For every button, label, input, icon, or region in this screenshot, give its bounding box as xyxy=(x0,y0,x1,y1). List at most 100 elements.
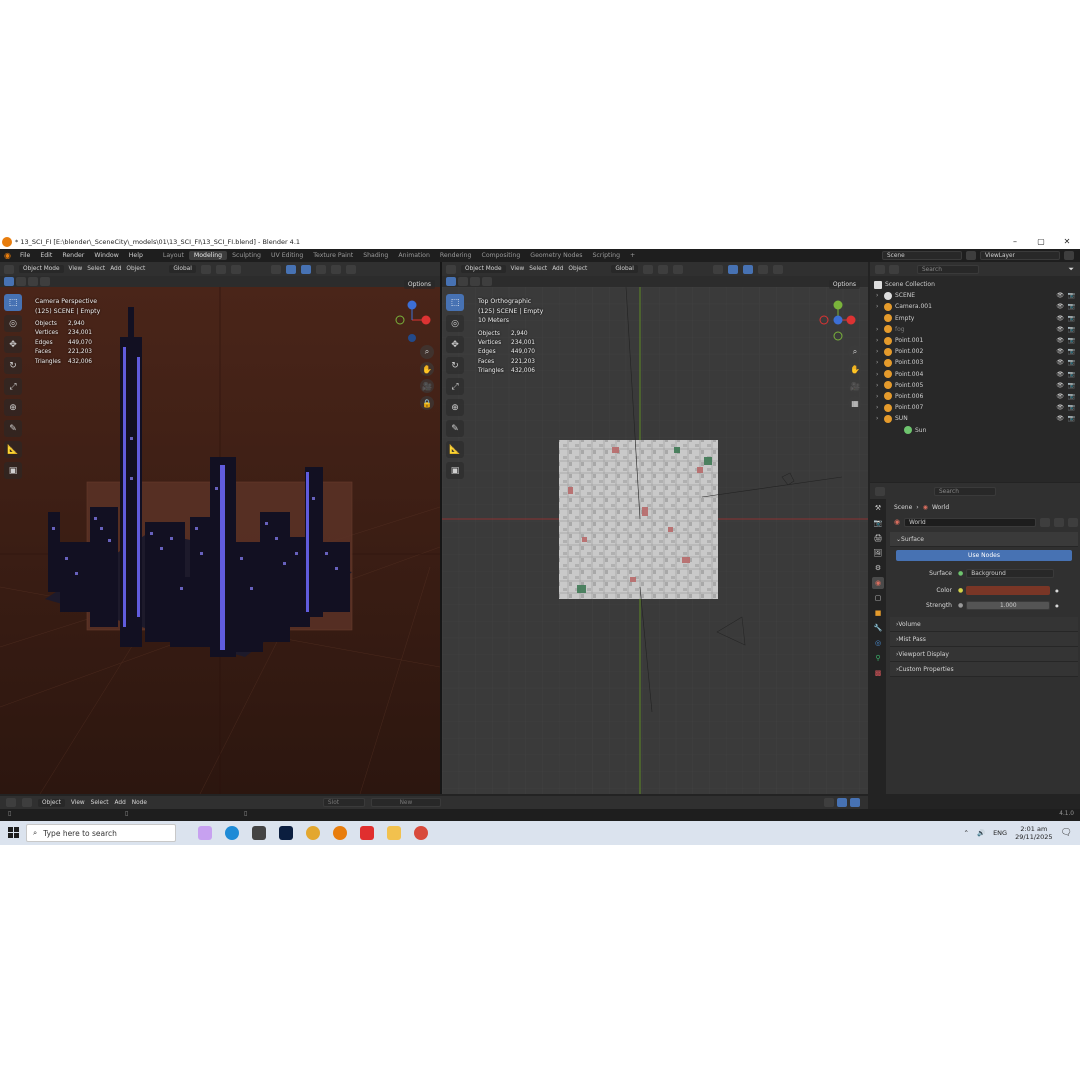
editor-type-icon[interactable] xyxy=(4,264,14,274)
eye-icon[interactable]: 👁 xyxy=(1056,348,1064,355)
menu-file[interactable]: File xyxy=(15,252,35,259)
clock[interactable]: 2:01 am 29/11/2025 xyxy=(1015,825,1052,841)
select-menu[interactable]: Select xyxy=(87,266,105,272)
add-menu[interactable]: Add xyxy=(115,800,126,806)
new-scene-icon[interactable] xyxy=(966,251,976,260)
select-extend-icon[interactable] xyxy=(16,277,26,286)
tab-geometry-nodes[interactable]: Geometry Nodes xyxy=(525,251,587,260)
tab-modeling[interactable]: Modeling xyxy=(188,251,228,260)
constraint-tab-icon[interactable]: ⚲ xyxy=(872,652,884,664)
add-cube-tool-icon[interactable]: ▣ xyxy=(446,462,464,479)
annotate-tool-icon[interactable]: ✎ xyxy=(4,420,22,437)
proportional-edit-icon[interactable] xyxy=(230,264,241,274)
lock-icon[interactable]: 🔒 xyxy=(420,396,434,410)
view-layer-tab-icon[interactable]: 🖼 xyxy=(872,547,884,559)
modifier-tab-icon[interactable]: 🔧 xyxy=(872,622,884,634)
eye-icon[interactable]: 👁 xyxy=(1056,382,1064,389)
view-menu[interactable]: View xyxy=(71,800,85,806)
rotate-tool-icon[interactable]: ↻ xyxy=(446,357,464,374)
add-cube-tool-icon[interactable]: ▣ xyxy=(4,462,22,479)
copilot-icon[interactable] xyxy=(198,826,212,840)
eye-icon[interactable]: 👁 xyxy=(1056,393,1064,400)
world-name-field[interactable]: World xyxy=(904,517,1037,527)
volume-panel-header[interactable]: › Volume xyxy=(890,617,1078,632)
render-visibility-icon[interactable]: 📷 xyxy=(1068,292,1075,299)
move-tool-icon[interactable]: ✥ xyxy=(4,336,22,353)
surface-panel-header[interactable]: ⌄ Surface xyxy=(890,532,1078,547)
tab-texture-paint[interactable]: Texture Paint xyxy=(308,251,358,260)
eye-icon[interactable]: 👁 xyxy=(1056,292,1064,299)
outliner-item[interactable]: › Point.007 👁 📷 xyxy=(870,402,1080,413)
tab-uv-editing[interactable]: UV Editing xyxy=(266,251,308,260)
menu-render[interactable]: Render xyxy=(57,252,89,259)
render-visibility-icon[interactable]: 📷 xyxy=(1068,315,1075,322)
chevron-up-icon[interactable]: ⌃ xyxy=(964,829,969,837)
select-intersect-icon[interactable] xyxy=(40,277,50,286)
tool-tab-icon[interactable]: ⚒ xyxy=(872,502,884,514)
snap-icon[interactable] xyxy=(215,264,226,274)
outliner-item[interactable]: › SCENE 👁 📷 xyxy=(870,290,1080,301)
select-intersect-icon[interactable] xyxy=(482,277,492,286)
options-dropdown[interactable]: Options xyxy=(403,280,435,289)
navigation-gizmo[interactable] xyxy=(392,298,436,342)
outliner-item[interactable]: › fog 👁 📷 xyxy=(870,324,1080,335)
snap-icon[interactable] xyxy=(850,798,860,807)
scale-tool-icon[interactable]: ⤢ xyxy=(446,378,464,395)
duplicate-icon[interactable] xyxy=(1054,517,1065,527)
pivot-icon[interactable] xyxy=(200,264,211,274)
chevron-right-icon[interactable]: › xyxy=(876,326,878,333)
render-visibility-icon[interactable]: 📷 xyxy=(1068,337,1075,344)
backdrop-icon[interactable] xyxy=(824,798,834,807)
eye-icon[interactable]: 👁 xyxy=(1056,415,1064,422)
rotate-tool-icon[interactable]: ↻ xyxy=(4,357,22,374)
texture-tab-icon[interactable]: ▩ xyxy=(872,667,884,679)
outliner-root[interactable]: Scene Collection xyxy=(870,279,1080,290)
editor-type-icon[interactable] xyxy=(6,798,16,807)
eye-icon[interactable]: 👁 xyxy=(1056,315,1064,322)
chevron-right-icon[interactable]: › xyxy=(876,359,878,366)
gizmo-toggle-icon[interactable] xyxy=(727,264,738,274)
menu-window[interactable]: Window xyxy=(89,252,123,259)
outliner-item[interactable]: › SUN 👁 📷 xyxy=(870,413,1080,424)
object-menu[interactable]: Object xyxy=(126,266,145,272)
view-menu[interactable]: View xyxy=(69,266,83,272)
scale-tool-icon[interactable]: ⤢ xyxy=(4,378,22,395)
eye-icon[interactable]: 👁 xyxy=(1056,404,1064,411)
outliner-item[interactable]: › Camera.001 👁 📷 xyxy=(870,301,1080,312)
zoom-icon[interactable]: ⌕ xyxy=(848,345,862,359)
add-workspace-button[interactable]: + xyxy=(625,251,640,260)
custom-properties-panel-header[interactable]: › Custom Properties xyxy=(890,662,1078,677)
render-visibility-icon[interactable]: 📷 xyxy=(1068,326,1075,333)
world-tab-icon[interactable]: ◉ xyxy=(872,577,884,589)
file-explorer-icon[interactable] xyxy=(387,826,401,840)
maximize-button[interactable]: ▢ xyxy=(1028,235,1054,249)
transform-tool-icon[interactable]: ⊕ xyxy=(4,399,22,416)
outliner-item[interactable]: › Point.006 👁 📷 xyxy=(870,391,1080,402)
render-visibility-icon[interactable]: 📷 xyxy=(1068,371,1075,378)
youtube-icon[interactable] xyxy=(360,826,374,840)
notification-icon[interactable]: 🗨 xyxy=(1061,828,1072,838)
render-visibility-icon[interactable]: 📷 xyxy=(1068,404,1075,411)
chevron-right-icon[interactable]: › xyxy=(876,371,878,378)
add-menu[interactable]: Add xyxy=(552,266,563,272)
node-menu[interactable]: Node xyxy=(132,800,147,806)
zoom-icon[interactable]: ⌕ xyxy=(420,345,434,359)
navigation-gizmo[interactable] xyxy=(816,298,860,342)
taskbar-search-input[interactable]: ⌕ Type here to search xyxy=(26,824,176,842)
outliner-item[interactable]: Sun xyxy=(870,424,1080,435)
transform-orientation-dropdown[interactable]: Global xyxy=(611,265,638,273)
chrome-icon[interactable] xyxy=(306,826,320,840)
eye-icon[interactable]: 👁 xyxy=(1056,359,1064,366)
tab-rendering[interactable]: Rendering xyxy=(435,251,477,260)
xray-icon[interactable] xyxy=(757,264,768,274)
windows-start-icon[interactable] xyxy=(8,827,19,838)
new-view-layer-icon[interactable] xyxy=(1064,251,1074,260)
render-tab-icon[interactable]: 📷 xyxy=(872,517,884,529)
outliner-item[interactable]: Empty 👁 📷 xyxy=(870,313,1080,324)
move-tool-icon[interactable]: ✥ xyxy=(446,336,464,353)
render-visibility-icon[interactable]: 📷 xyxy=(1068,359,1075,366)
select-subtract-icon[interactable] xyxy=(28,277,38,286)
render-visibility-icon[interactable]: 📷 xyxy=(1068,382,1075,389)
surface-shader-field[interactable]: Background xyxy=(966,568,1055,578)
visibility-icon[interactable] xyxy=(712,264,723,274)
